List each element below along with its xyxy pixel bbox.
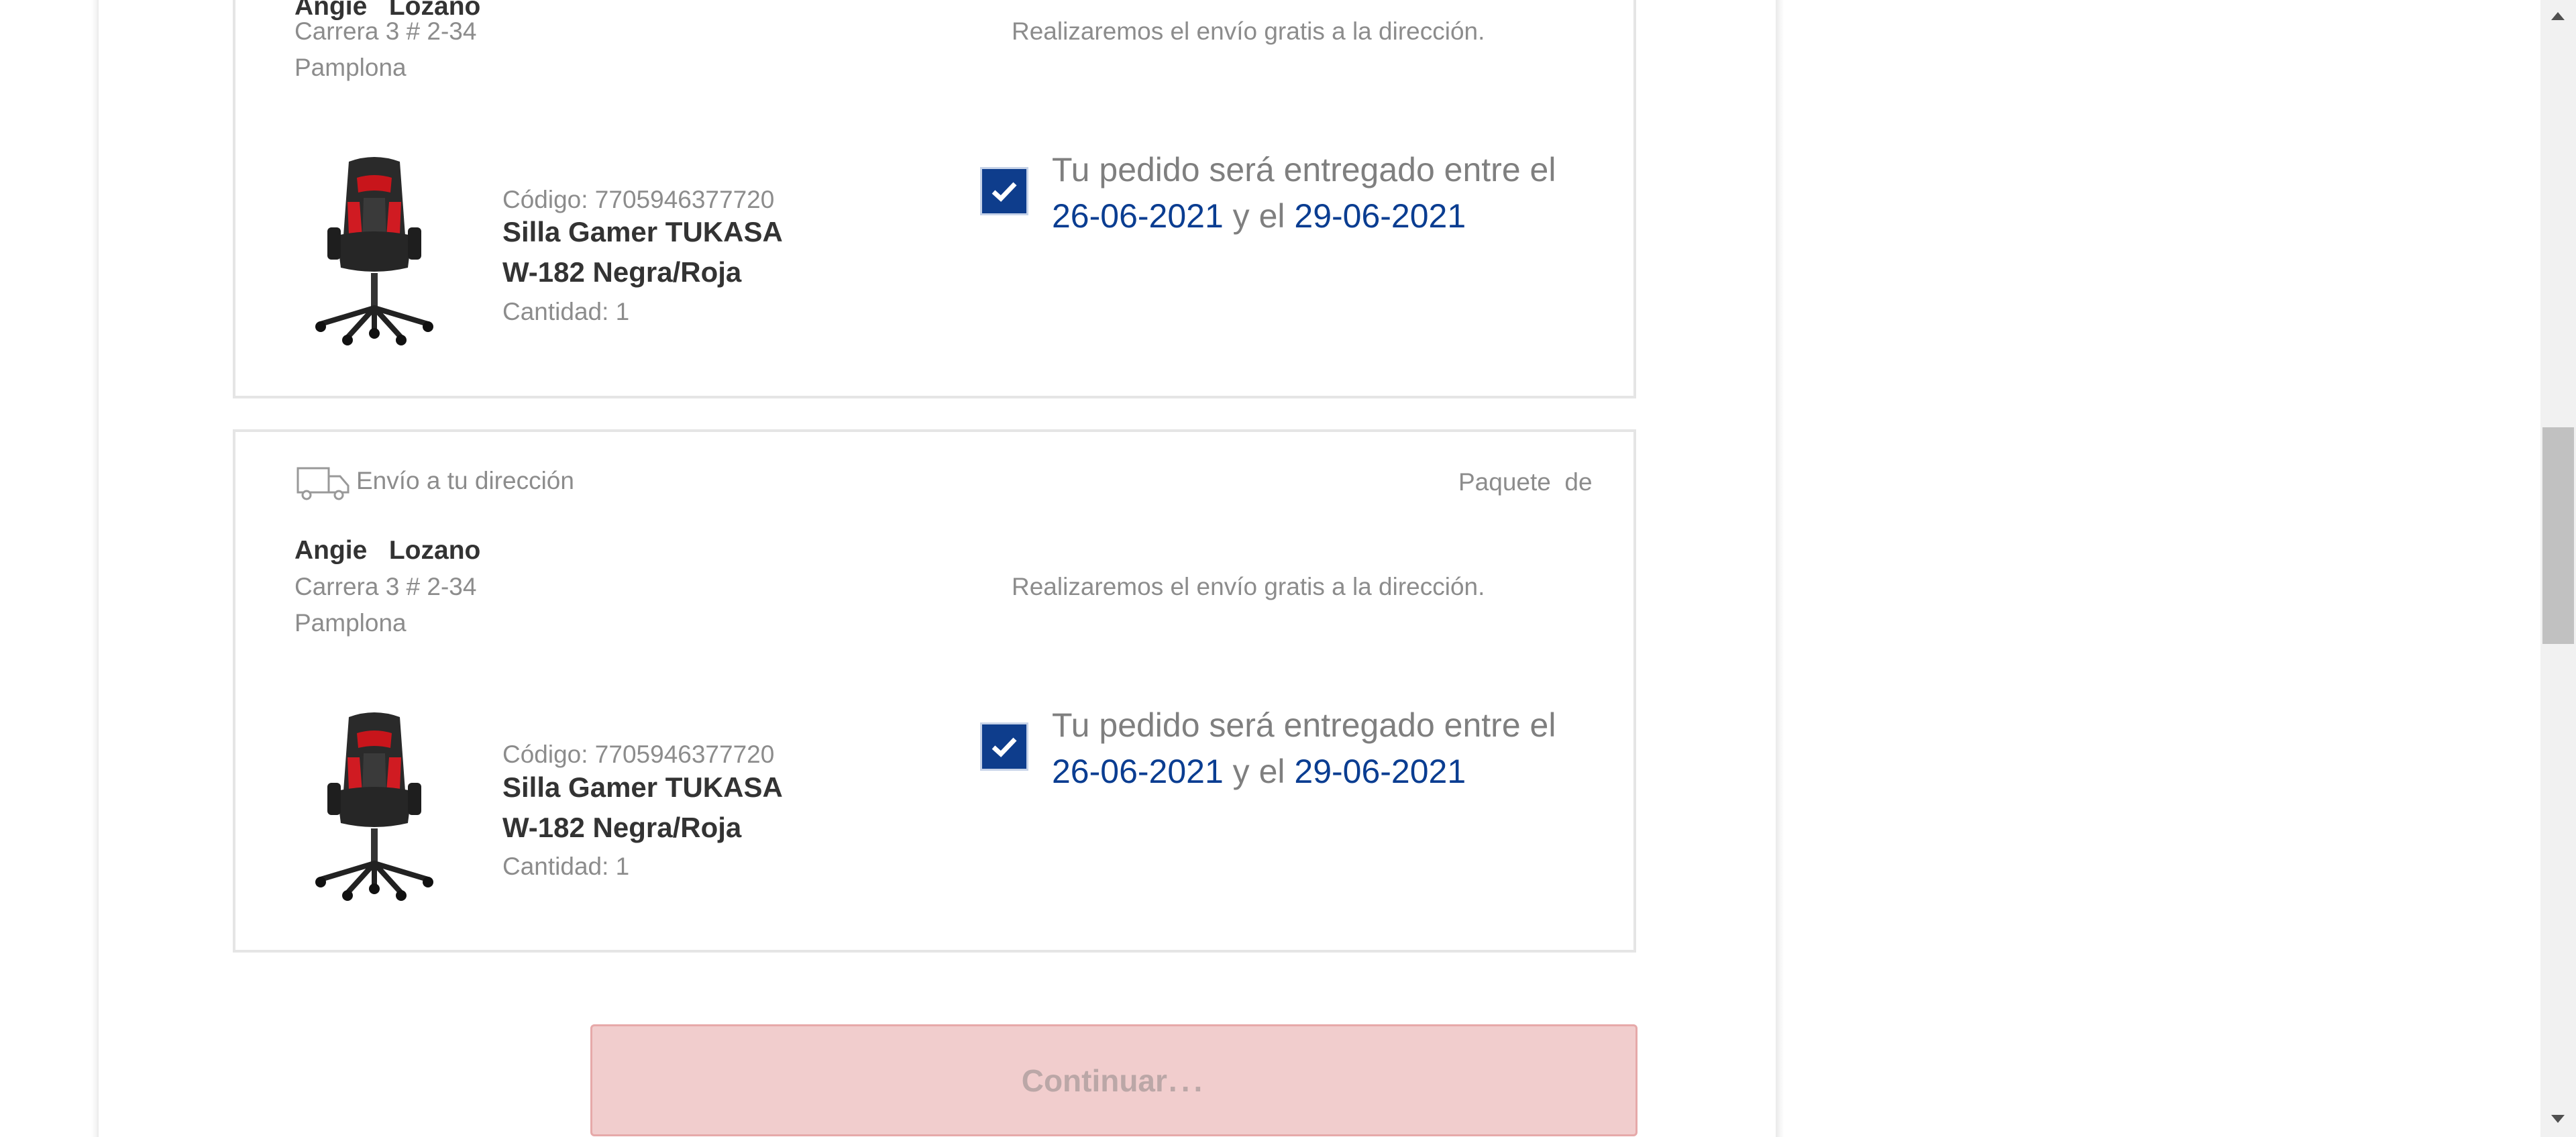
delivery-dates: 26-06-2021 y el 29-06-2021 [1052,197,1466,235]
scrollbar-thumb[interactable] [2542,427,2574,644]
delivery-checkbox[interactable] [980,167,1028,215]
product-name-line2: W-182 Negra/Roja [502,256,742,288]
recipient-address: Carrera 3 # 2-34 [294,573,477,600]
loading-dots: ... [1168,1063,1207,1098]
package-card-2: Envío a tu dirección Paquete de Angie Lo… [233,429,1636,953]
delivery-prefix: Tu pedido será entregado entre el [1052,151,1556,188]
product-name-line2: W-182 Negra/Roja [502,812,742,843]
package-card-1: Angie Lozano Carrera 3 # 2-34 Pamplona R… [233,0,1636,398]
checkmark-icon [991,182,1017,202]
checkmark-icon [991,737,1017,757]
product-name-line1: Silla Gamer TUKASA [502,216,783,248]
recipient-address: Carrera 3 # 2-34 [294,17,477,45]
recipient-city: Pamplona [294,54,407,81]
product-quantity: Cantidad: 1 [502,298,630,325]
recipient-last-name: Lozano [388,536,481,565]
column-border-left [97,0,99,1137]
scroll-up-arrow-icon[interactable] [2551,12,2565,20]
delivery-prefix: Tu pedido será entregado entre el [1052,706,1556,744]
package-word: Paquete [1458,468,1551,496]
truck-icon [297,467,350,500]
recipient-name: Angie Lozano [294,536,480,565]
product-name-line1: Silla Gamer TUKASA [502,771,783,803]
product-quantity: Cantidad: 1 [502,853,630,880]
product-code: Código: 7705946377720 [502,186,775,213]
continue-button[interactable]: Continuar... [590,1024,1638,1136]
delivery-date-to: 29-06-2021 [1294,753,1466,790]
package-of-word: de [1564,468,1593,496]
package-label: Paquete de [1458,468,1593,496]
recipient-first-name: Angie [294,536,368,565]
delivery-date-from: 26-06-2021 [1052,753,1224,790]
shipping-type-label: Envío a tu dirección [356,467,574,494]
column-shadow-right [1777,0,1784,1137]
recipient-city: Pamplona [294,609,407,637]
delivery-date-to: 29-06-2021 [1294,197,1466,235]
delivery-conjunction: y el [1232,197,1285,235]
delivery-conjunction: y el [1232,753,1285,790]
delivery-dates: 26-06-2021 y el 29-06-2021 [1052,752,1466,791]
delivery-date-from: 26-06-2021 [1052,197,1224,235]
delivery-checkbox[interactable] [980,722,1028,771]
free-shipping-note: Realizaremos el envío gratis a la direcc… [1012,17,1485,45]
free-shipping-note: Realizaremos el envío gratis a la direcc… [1012,573,1485,600]
gaming-chair-image [315,157,433,345]
gaming-chair-image [315,712,433,901]
scroll-down-arrow-icon[interactable] [2551,1115,2565,1123]
product-code: Código: 7705946377720 [502,741,775,768]
continue-button-label: Continuar [1021,1063,1167,1098]
